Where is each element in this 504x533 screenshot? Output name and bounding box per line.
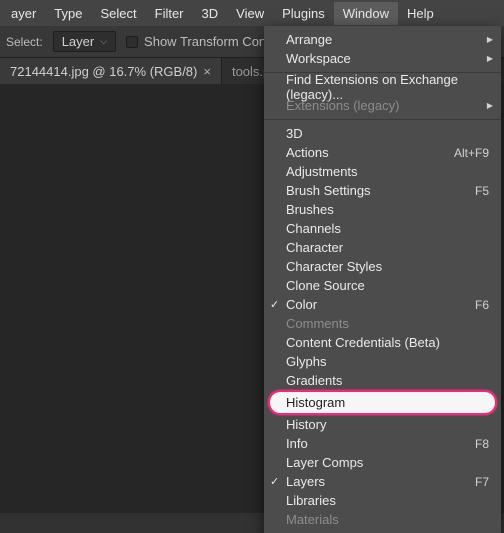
menu-item-extensions-legacy: Extensions (legacy) ▶ bbox=[264, 96, 501, 115]
menu-item-gradients[interactable]: Gradients bbox=[264, 371, 501, 390]
menu-item-libraries[interactable]: Libraries bbox=[264, 491, 501, 510]
menubar-item-view[interactable]: View bbox=[227, 2, 273, 25]
menu-item-3d[interactable]: 3D bbox=[264, 124, 501, 143]
submenu-arrow-icon: ▶ bbox=[487, 54, 493, 63]
menu-item-label: Glyphs bbox=[286, 354, 326, 369]
menu-item-shortcut: F7 bbox=[475, 475, 489, 489]
menu-item-label: Layer Comps bbox=[286, 455, 363, 470]
check-icon: ✓ bbox=[270, 298, 279, 311]
menu-item-label: Gradients bbox=[286, 373, 342, 388]
menu-item-label: Materials bbox=[286, 512, 339, 527]
menu-item-label: Comments bbox=[286, 316, 349, 331]
tab-label: 72144414.jpg @ 16.7% (RGB/8) bbox=[10, 64, 197, 79]
menu-item-brush-settings[interactable]: Brush Settings F5 bbox=[264, 181, 501, 200]
menu-item-history[interactable]: History bbox=[264, 415, 501, 434]
menu-item-workspace[interactable]: Workspace ▶ bbox=[264, 49, 501, 68]
menu-item-label: Channels bbox=[286, 221, 341, 236]
menu-item-comments: Comments bbox=[264, 314, 501, 333]
chevron-down-icon: ⌵ bbox=[100, 36, 107, 47]
menu-separator bbox=[264, 119, 501, 120]
menu-item-content-credentials-beta[interactable]: Content Credentials (Beta) bbox=[264, 333, 501, 352]
menu-item-shortcut: F5 bbox=[475, 184, 489, 198]
window-menu-dropdown: Arrange ▶ Workspace ▶ Find Extensions on Exc… bbox=[264, 26, 501, 533]
menu-item-arrange[interactable]: Arrange ▶ bbox=[264, 30, 501, 49]
menubar-item-ayer[interactable]: ayer bbox=[2, 2, 45, 25]
menu-item-label: Brushes bbox=[286, 202, 334, 217]
select-value: Layer bbox=[62, 34, 95, 49]
menu-item-channels[interactable]: Channels bbox=[264, 219, 501, 238]
menu-item-label: Character bbox=[286, 240, 343, 255]
menubar-item-help[interactable]: Help bbox=[398, 2, 443, 25]
menu-item-label: Actions bbox=[286, 145, 329, 160]
menu-item-adjustments[interactable]: Adjustments bbox=[264, 162, 501, 181]
menu-item-label: Character Styles bbox=[286, 259, 382, 274]
close-icon[interactable]: × bbox=[203, 65, 211, 78]
menubar-item-select[interactable]: Select bbox=[91, 2, 145, 25]
menu-item-info[interactable]: Info F8 bbox=[264, 434, 501, 453]
menu-item-find-extensions-on-exchange-legacy[interactable]: Find Extensions on Exchange (legacy)... bbox=[264, 77, 501, 96]
menu-item-label: History bbox=[286, 417, 326, 432]
menu-item-character-styles[interactable]: Character Styles bbox=[264, 257, 501, 276]
menu-item-label: Color bbox=[286, 297, 317, 312]
menu-item-histogram[interactable]: Histogram bbox=[270, 392, 495, 413]
menu-item-character[interactable]: Character bbox=[264, 238, 501, 257]
select-layer-dropdown[interactable]: Layer ⌵ bbox=[53, 31, 116, 52]
menu-item-label: Libraries bbox=[286, 493, 336, 508]
check-icon: ✓ bbox=[270, 475, 279, 488]
menu-item-label: Arrange bbox=[286, 32, 332, 47]
submenu-arrow-icon: ▶ bbox=[487, 35, 493, 44]
menu-item-label: 3D bbox=[286, 126, 303, 141]
menu-item-clone-source[interactable]: Clone Source bbox=[264, 276, 501, 295]
menubar-item-plugins[interactable]: Plugins bbox=[273, 2, 334, 25]
menu-item-layer-comps[interactable]: Layer Comps bbox=[264, 453, 501, 472]
menubar-item-filter[interactable]: Filter bbox=[146, 2, 193, 25]
select-label: Select: bbox=[6, 35, 43, 49]
menu-item-brushes[interactable]: Brushes bbox=[264, 200, 501, 219]
submenu-arrow-icon: ▶ bbox=[487, 101, 493, 110]
menu-item-label: Extensions (legacy) bbox=[286, 98, 399, 113]
menubar-item-window[interactable]: Window bbox=[334, 2, 398, 25]
menubar-item-type[interactable]: Type bbox=[45, 2, 91, 25]
menu-item-shortcut: F8 bbox=[475, 437, 489, 451]
menu-item-layers[interactable]: ✓ Layers F7 bbox=[264, 472, 501, 491]
document-tab[interactable]: 72144414.jpg @ 16.7% (RGB/8) × bbox=[0, 58, 222, 84]
menu-item-label: Brush Settings bbox=[286, 183, 371, 198]
menubar: ayerTypeSelectFilter3DViewPluginsWindowH… bbox=[0, 0, 504, 26]
menu-item-label: Content Credentials (Beta) bbox=[286, 335, 440, 350]
menu-item-shortcut: Alt+F9 bbox=[454, 146, 489, 160]
menu-item-glyphs[interactable]: Glyphs bbox=[264, 352, 501, 371]
menu-item-actions[interactable]: Actions Alt+F9 bbox=[264, 143, 501, 162]
menu-item-label: Histogram bbox=[286, 395, 345, 410]
menu-item-label: Adjustments bbox=[286, 164, 358, 179]
menu-item-label: Layers bbox=[286, 474, 325, 489]
menu-item-shortcut: F6 bbox=[475, 298, 489, 312]
menubar-item-3d[interactable]: 3D bbox=[193, 2, 228, 25]
menu-item-label: Workspace bbox=[286, 51, 351, 66]
menu-item-color[interactable]: ✓ Color F6 bbox=[264, 295, 501, 314]
checkbox-icon bbox=[126, 36, 138, 48]
menu-item-label: Clone Source bbox=[286, 278, 365, 293]
menu-item-label: Info bbox=[286, 436, 308, 451]
